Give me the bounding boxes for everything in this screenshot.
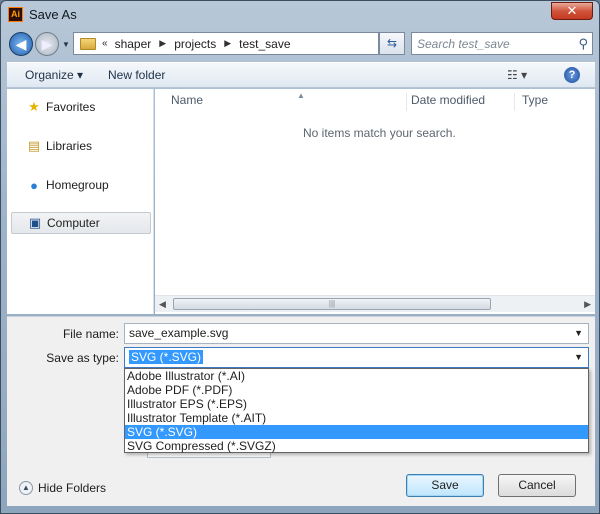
scroll-right-icon[interactable]: ▶ [584,299,591,310]
cancel-button[interactable]: Cancel [498,474,576,497]
type-option-ait[interactable]: Illustrator Template (*.AIT) [125,411,588,425]
type-option-ai[interactable]: Adobe Illustrator (*.AI) [125,369,588,383]
empty-folder-message: No items match your search. [303,126,456,140]
breadcrumb-test-save[interactable]: test_save [236,37,293,51]
hide-folders-toggle[interactable]: ▲ Hide Folders [19,481,106,495]
save-options-panel: File name: save_example.svg ▼ Save as ty… [7,316,595,506]
save-as-type-value: SVG (*.SVG) [129,350,204,364]
window-title: Save As [29,7,77,22]
save-as-type-dropdown-list[interactable]: Adobe Illustrator (*.AI) Adobe PDF (*.PD… [124,368,589,453]
sidebar-item-label: Homegroup [46,178,109,192]
change-view-button[interactable]: ☷ ▾ [507,68,527,82]
type-option-svgz[interactable]: SVG Compressed (*.SVGZ) [125,439,588,453]
sidebar-item-homegroup[interactable]: ● Homegroup [11,174,151,196]
hide-folders-label: Hide Folders [38,481,107,495]
type-option-svg[interactable]: SVG (*.SVG) [125,425,588,439]
column-header-type[interactable]: Type [522,93,592,111]
folder-icon [80,37,96,50]
library-icon: ▤ [27,138,41,153]
type-option-pdf[interactable]: Adobe PDF (*.PDF) [125,383,588,397]
recent-locations-dropdown-icon[interactable]: ▼ [62,40,70,49]
navigation-bar: ◀ ▶ ▼ « shaper ▶ projects ▶ test_save ⇆ … [7,29,595,59]
column-header-name[interactable]: Name ▲ [171,91,407,111]
column-label: Type [522,93,549,107]
sidebar-item-label: Libraries [46,139,93,153]
sidebar-item-label: Computer [47,216,100,230]
scroll-left-icon[interactable]: ◀ [159,299,166,310]
help-icon[interactable]: ? [564,67,580,83]
type-option-eps[interactable]: Illustrator EPS (*.EPS) [125,397,588,411]
column-label: Name [171,93,204,107]
save-as-type-label: Save as type: [46,351,119,365]
address-bar[interactable]: « shaper ▶ projects ▶ test_save [73,32,379,55]
file-name-field[interactable]: save_example.svg ▼ [124,323,589,344]
organize-button[interactable]: Organize ▾ [25,68,83,82]
sidebar-item-favorites[interactable]: ★ Favorites [11,96,151,118]
breadcrumb-separator-icon[interactable]: ▶ [219,38,236,49]
computer-icon: ▣ [28,215,42,230]
refresh-button[interactable]: ⇆ [379,32,405,55]
breadcrumb-projects[interactable]: projects [171,37,219,51]
title-bar[interactable]: Ai Save As ✕ [1,1,599,29]
search-placeholder: Search test_save [417,37,510,51]
command-toolbar: Organize ▾ New folder ☷ ▾ ? [7,62,595,88]
sort-arrow-icon: ▲ [297,91,305,100]
file-name-label: File name: [62,327,119,341]
sidebar-item-computer[interactable]: ▣ Computer [11,212,151,234]
save-button[interactable]: Save [406,474,484,497]
search-icon: ⚲ [578,36,588,51]
navigation-pane: ★ Favorites ▤ Libraries ● Homegroup ▣ Co… [7,89,154,314]
file-name-value: save_example.svg [129,326,229,340]
illustrator-app-icon: Ai [8,7,23,22]
sidebar-item-libraries[interactable]: ▤ Libraries [11,135,151,157]
breadcrumb-separator-icon[interactable]: ▶ [154,38,171,49]
homegroup-icon: ● [30,177,38,193]
scrollbar-thumb[interactable]: ||| [173,298,491,310]
file-list[interactable]: Name ▲ Date modified Type No items match… [155,89,595,314]
collapse-arrow-icon: ▲ [19,481,33,495]
chevron-down-icon[interactable]: ▼ [574,328,583,338]
overflow-chevron-icon[interactable]: « [100,38,112,49]
chevron-down-icon[interactable]: ▼ [574,352,583,362]
horizontal-scrollbar[interactable]: ◀ ||| ▶ [155,295,595,312]
sidebar-item-label: Favorites [46,100,96,114]
forward-button[interactable]: ▶ [35,32,59,56]
save-as-type-select[interactable]: SVG (*.SVG) ▼ [124,347,589,368]
back-button[interactable]: ◀ [9,32,33,56]
save-as-dialog: Ai Save As ✕ ◀ ▶ ▼ « shaper ▶ projects ▶… [0,0,600,514]
star-icon: ★ [28,99,40,114]
search-input[interactable]: Search test_save ⚲ [411,32,593,55]
column-label: Date modified [411,93,486,107]
breadcrumb-shaper[interactable]: shaper [112,37,155,51]
column-header-date-modified[interactable]: Date modified [411,93,515,111]
close-button[interactable]: ✕ [551,2,593,20]
new-folder-button[interactable]: New folder [108,68,165,82]
